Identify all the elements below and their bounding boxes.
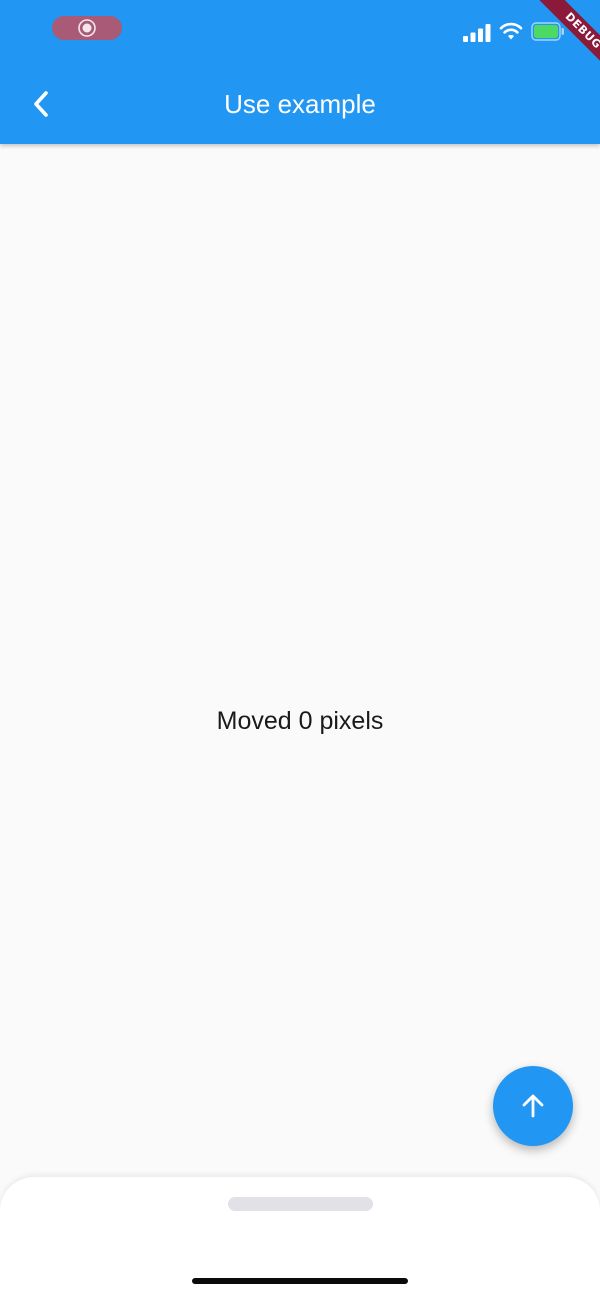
scroll-up-fab[interactable]: [493, 1066, 573, 1146]
bottom-sheet[interactable]: [0, 1177, 600, 1297]
debug-label: DEBUG: [537, 0, 600, 77]
app-bar: Use example: [0, 0, 600, 144]
debug-banner: DEBUG: [520, 0, 600, 80]
moved-pixels-text: Moved 0 pixels: [216, 707, 384, 735]
screen-record-indicator[interactable]: [52, 16, 122, 40]
status-bar: [0, 0, 600, 62]
page-title: Use example: [224, 89, 376, 119]
home-indicator[interactable]: [192, 1278, 408, 1284]
screen-record-icon: [78, 19, 96, 37]
drag-handle[interactable]: [228, 1197, 373, 1211]
signal-icon: [463, 24, 491, 42]
arrow-up-icon: [522, 1094, 544, 1118]
